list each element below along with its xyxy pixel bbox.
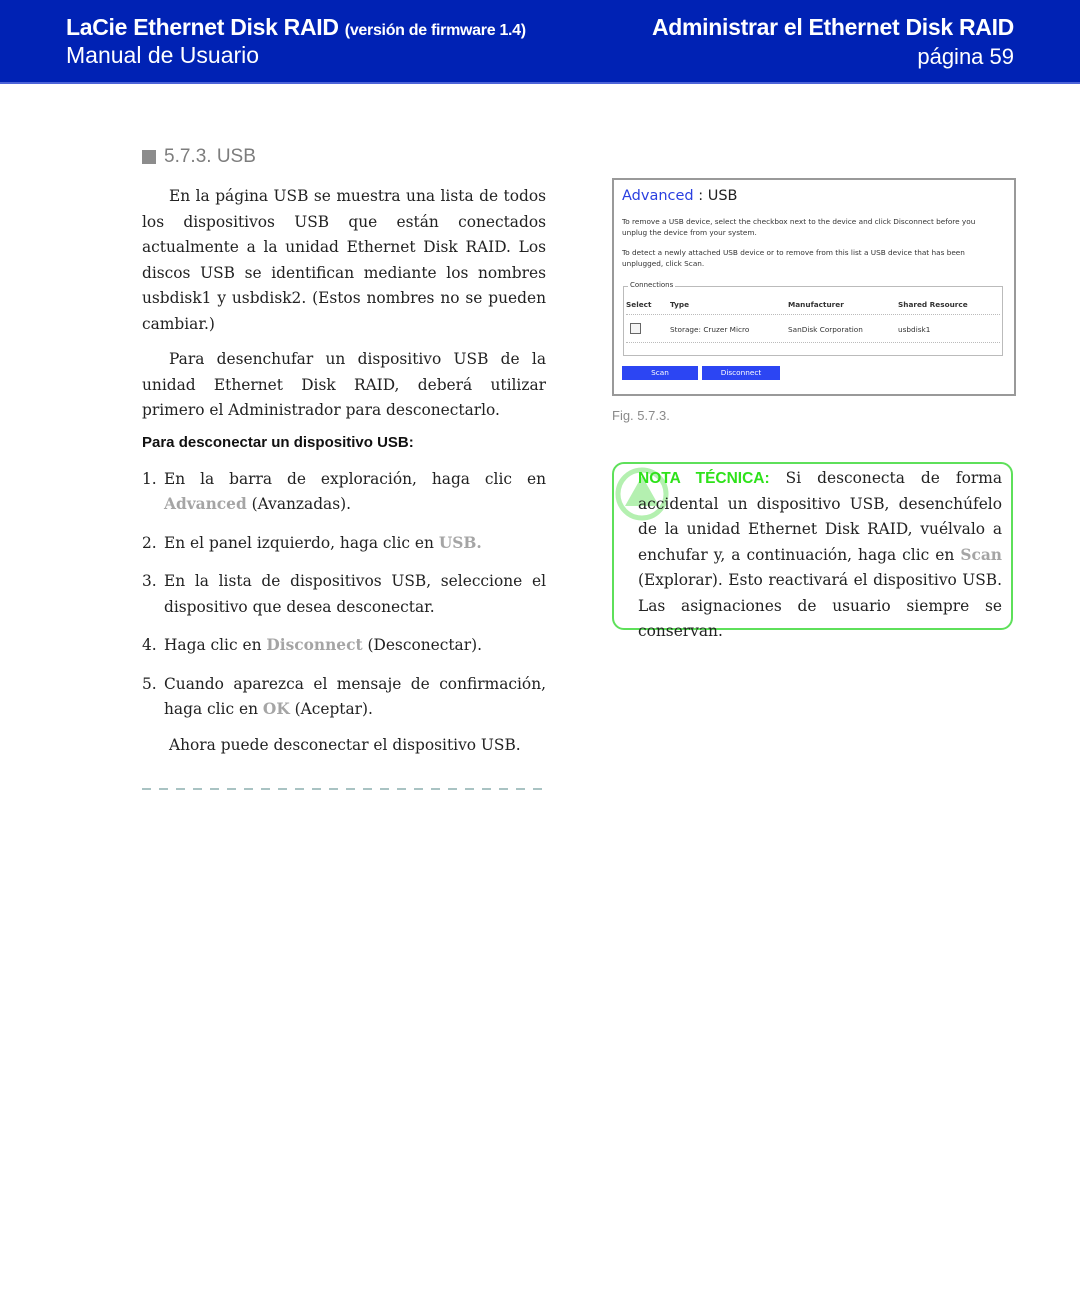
unplug-paragraph: Para desenchufar un dispositivo USB de l… [142,350,546,419]
column-header: Shared Resource [898,300,968,309]
procedure-heading: Para desconectar un dispositivo USB: [142,433,414,451]
ui-term: OK [262,700,290,718]
page-header: LaCie Ethernet Disk RAID (versión de fir… [0,0,1080,84]
connections-legend: Connections [628,281,676,289]
ui-term: Advanced [164,495,247,513]
column-header: Manufacturer [788,300,844,309]
row-divider [626,314,1000,315]
step-number: 2. [142,533,157,552]
tech-note-post: (Explorar). Esto reactivará el dispositi… [638,571,1002,640]
select-checkbox[interactable] [630,323,641,334]
product-title: LaCie Ethernet Disk RAID (versión de fir… [66,14,526,41]
column-header: Type [670,300,690,309]
main-column: 5.7.3. USB En la página USB se muestra u… [142,140,546,790]
ui-term: Disconnect [266,636,363,654]
final-note: Ahora puede desconectar el dispositivo U… [169,735,521,754]
section-divider [142,788,546,790]
tech-note-label: NOTA TÉCNICA: [638,470,770,487]
screenshot-title: Advanced : USB [622,188,738,204]
manual-title: Manual de Usuario [66,42,260,68]
tech-note-text: NOTA TÉCNICA: Si desconecta de forma acc… [638,466,1002,645]
type-cell: Storage: Cruzer Micro [670,325,750,334]
step-text-pre: En la lista de dispositivos USB, selecci… [164,572,546,616]
chapter-title: Administrar el Ethernet Disk RAID [651,14,1014,40]
step-text-post: (Desconectar). [362,636,482,654]
scan-instructions: To detect a newly attached USB device or… [622,248,965,268]
table-header: Select Type Manufacturer Shared Resource [626,300,1000,309]
step-text: En la lista de dispositivos USB, selecci… [164,569,546,620]
step-item: 4. Haga clic en Disconnect (Desconectar). [142,633,546,659]
column-header: Select [626,300,652,309]
product-name: LaCie Ethernet Disk RAID [66,14,339,40]
step-number: 4. [142,636,157,654]
section-title: 5.7.3. USB [164,146,256,167]
connections-fieldset: Connections Select Type Manufacturer Sha… [623,281,1003,356]
screenshot-title-rest: : USB [693,188,738,204]
step-number: 5. [142,674,157,693]
step-item: 3. En la lista de dispositivos USB, selec… [142,569,546,620]
step-text: Haga clic en Disconnect (Desconectar). [164,633,546,659]
step-number: 3. [142,572,157,590]
square-bullet-icon [142,150,156,164]
select-cell [626,323,670,336]
figure-caption: Fig. 5.7.3. [612,408,670,423]
step-item: 5. Cuando aparezca el mensaje de confirma… [142,672,546,723]
step-text-pre: En la barra de exploración, haga clic en [164,469,546,488]
step-text: En la barra de exploración, haga clic en… [164,467,546,518]
advanced-link[interactable]: Advanced [622,188,694,204]
step-text-pre: Haga clic en [164,636,267,654]
section-heading: 5.7.3. USB [142,146,546,168]
scan-button[interactable]: Scan [622,366,698,380]
step-text-pre: En el panel izquierdo, haga clic en [164,533,439,552]
step-item: 2. En el panel izquierdo, haga clic en US… [142,531,546,557]
usb-screenshot: Advanced : USB To remove a USB device, s… [612,178,1016,396]
step-text-post: (Aceptar). [289,700,373,718]
step-text-post: (Avanzadas). [246,495,352,513]
ui-term: USB. [438,533,482,552]
manufacturer-cell: SanDisk Corporation [788,325,863,334]
resource-cell: usbdisk1 [898,325,931,334]
step-text: Cuando aparezca el mensaje de confirmaci… [164,672,546,723]
step-number: 1. [142,469,157,488]
step-item: 1. En la barra de exploración, haga clic … [142,467,546,518]
page-number: página 59 [917,44,1014,69]
remove-instructions: To remove a USB device, select the check… [622,217,976,237]
row-divider [626,342,1000,343]
table-row: Storage: Cruzer Micro SanDisk Corporatio… [626,323,1000,336]
intro-paragraph: En la página USB se muestra una lista de… [142,187,546,333]
firmware-version: (versión de firmware 1.4) [344,22,526,39]
ui-term: Scan [960,545,1002,564]
step-text: En el panel izquierdo, haga clic en USB. [164,531,546,557]
disconnect-button[interactable]: Disconnect [702,366,780,380]
